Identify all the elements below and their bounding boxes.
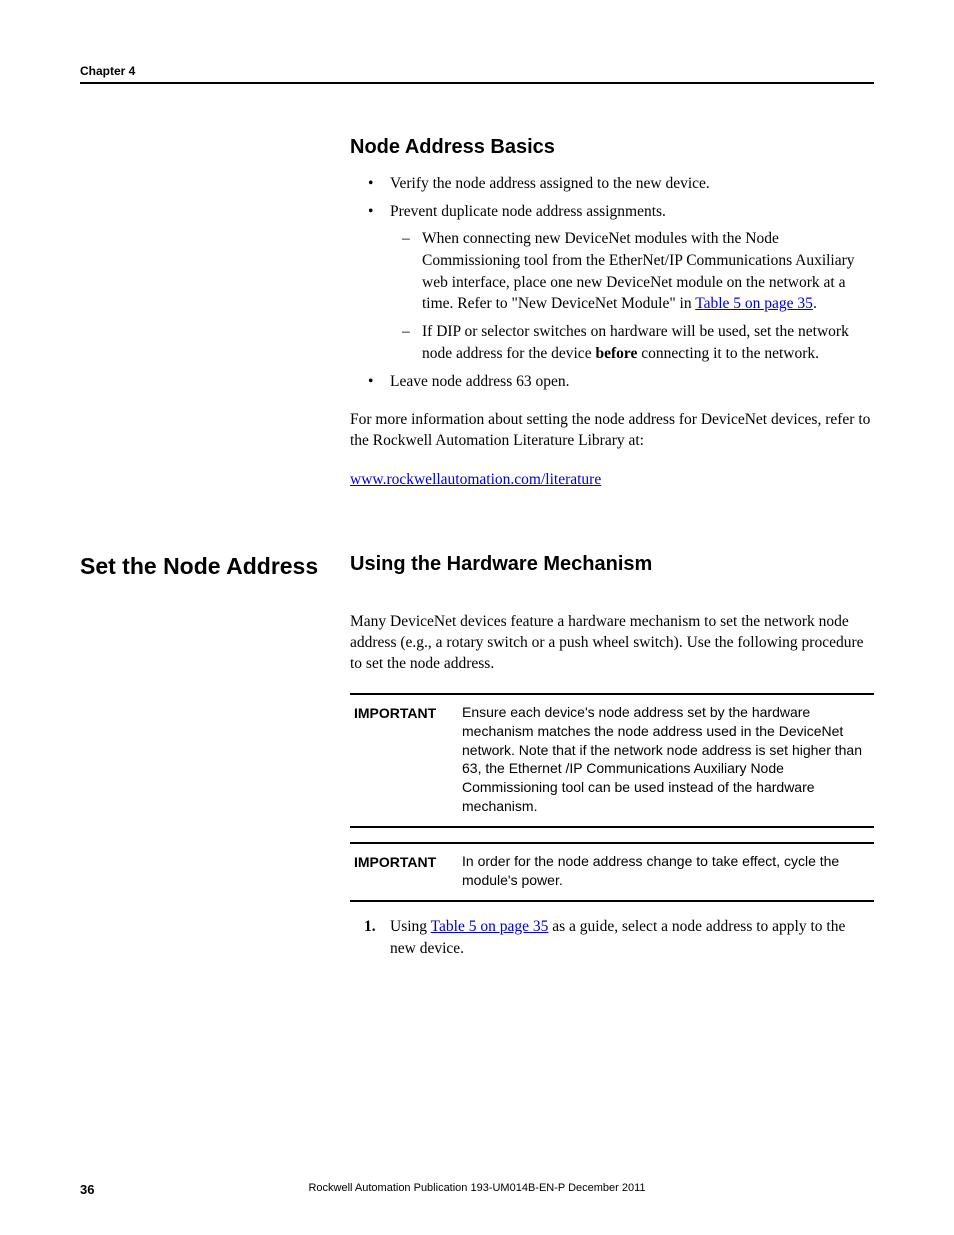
running-header: Chapter 4 (80, 64, 874, 78)
bullet-list: Verify the node address assigned to the … (350, 173, 874, 392)
important-label: IMPORTANT (354, 852, 454, 890)
link-table-5[interactable]: Table 5 on page 35 (431, 918, 549, 935)
section-set-node-address: Set the Node Address Using the Hardware … (80, 553, 874, 959)
link-table-5[interactable]: Table 5 on page 35 (695, 295, 813, 312)
sub-bullet-list: When connecting new DeviceNet modules wi… (390, 228, 874, 364)
section-node-address-basics: Node Address Basics Verify the node addr… (80, 136, 874, 509)
header-rule (80, 82, 874, 84)
paragraph: For more information about setting the n… (350, 410, 874, 452)
heading-set-node-address: Set the Node Address (80, 553, 330, 581)
important-label: IMPORTANT (354, 703, 454, 816)
text-span: connecting it to the network. (637, 345, 819, 362)
important-text: Ensure each device's node address set by… (462, 703, 870, 816)
page-number: 36 (80, 1182, 94, 1197)
list-item: When connecting new DeviceNet modules wi… (418, 228, 874, 315)
footer: 36 Rockwell Automation Publication 193-U… (80, 1182, 874, 1197)
heading-node-address-basics: Node Address Basics (350, 136, 874, 159)
publication-info: Rockwell Automation Publication 193-UM01… (308, 1182, 645, 1194)
step-number: 1. (364, 916, 376, 938)
list-item: Prevent duplicate node address assignmen… (386, 201, 874, 365)
heading-using-hardware-mechanism: Using the Hardware Mechanism (350, 553, 874, 576)
paragraph: Many DeviceNet devices feature a hardwar… (350, 612, 874, 675)
list-item: If DIP or selector switches on hardware … (418, 321, 874, 364)
step-item: 1. Using Table 5 on page 35 as a guide, … (386, 916, 874, 959)
text-span: Using (390, 918, 431, 935)
list-item: Verify the node address assigned to the … (386, 173, 874, 195)
important-box: IMPORTANT In order for the node address … (350, 842, 874, 902)
important-box: IMPORTANT Ensure each device's node addr… (350, 693, 874, 828)
page: Chapter 4 Node Address Basics Verify the… (0, 0, 954, 1235)
important-text: In order for the node address change to … (462, 852, 870, 890)
bold-before: before (595, 345, 637, 362)
text-span: . (813, 295, 817, 312)
paragraph-link: www.rockwellautomation.com/literature (350, 470, 874, 491)
ordered-steps: 1. Using Table 5 on page 35 as a guide, … (350, 916, 874, 959)
link-literature-library[interactable]: www.rockwellautomation.com/literature (350, 471, 601, 488)
list-item: Leave node address 63 open. (386, 371, 874, 393)
list-item-text: Prevent duplicate node address assignmen… (390, 203, 666, 220)
